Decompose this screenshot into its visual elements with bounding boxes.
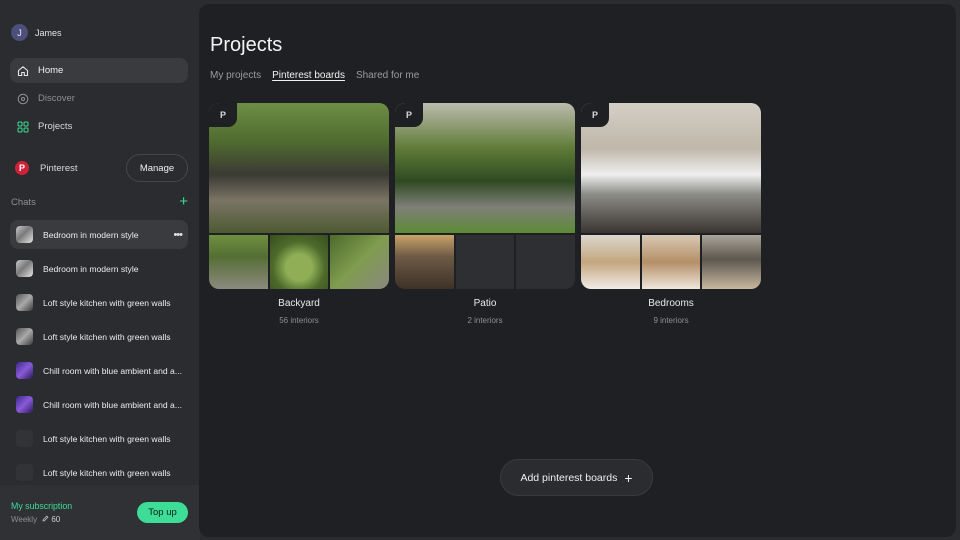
plus-icon: + (624, 469, 633, 486)
chat-item[interactable]: Loft style kitchen with green walls (10, 424, 188, 453)
chat-item[interactable]: Loft style kitchen with green walls (10, 458, 188, 487)
user-profile[interactable]: J James (11, 24, 62, 41)
chat-thumbnail (16, 226, 33, 243)
board-thumb-image (395, 235, 454, 289)
chat-thumbnail (16, 328, 33, 345)
board-name: Backyard (278, 298, 320, 309)
main-panel: Projects My projects Pinterest boards Sh… (199, 4, 956, 537)
add-pinterest-boards-button[interactable]: Add pinterest boards + (500, 459, 653, 496)
compass-icon (17, 93, 29, 105)
nav-item-discover[interactable]: Discover (10, 86, 188, 111)
board-thumb-image (330, 235, 389, 289)
credits-count: 60 (42, 515, 60, 524)
board-thumb-image (581, 235, 640, 289)
pencil-icon (42, 515, 49, 522)
pinterest-badge-icon: P (395, 103, 423, 127)
chat-title: Chill room with blue ambient and a... (43, 399, 183, 410)
chat-title: Bedroom in modern style (43, 229, 139, 240)
board-grid: P Backyard 56 interiors P Patio 2 interi… (209, 103, 761, 325)
board-count: 2 interiors (467, 316, 503, 325)
pinterest-connection: P Pinterest Manage (10, 154, 188, 182)
chat-thumbnail (16, 396, 33, 413)
subscription-title[interactable]: My subscription (11, 501, 72, 511)
tab-pinterest-boards[interactable]: Pinterest boards (272, 70, 345, 81)
app-window: J James Home Discover Projects P Pintere… (0, 0, 960, 540)
board-cover-image (581, 103, 761, 233)
chat-title: Chill room with blue ambient and a... (43, 365, 183, 376)
pinterest-label: Pinterest (40, 162, 78, 174)
board-card-backyard[interactable]: P Backyard 56 interiors (209, 103, 389, 325)
grid-icon (17, 121, 29, 133)
chat-thumbnail (16, 464, 33, 481)
main-nav: Home Discover Projects (10, 58, 188, 142)
board-count: 56 interiors (279, 316, 319, 325)
chat-item[interactable]: Loft style kitchen with green walls (10, 322, 188, 351)
board-thumb-image (269, 235, 329, 289)
tabs: My projects Pinterest boards Shared for … (210, 70, 419, 81)
add-button-label: Add pinterest boards (520, 471, 618, 484)
subscription-panel: My subscription Weekly 60 Top up (0, 485, 200, 540)
chat-thumbnail (16, 260, 33, 277)
board-thumb-image (641, 235, 701, 289)
board-name: Bedrooms (648, 298, 694, 309)
tab-my-projects[interactable]: My projects (210, 70, 261, 81)
avatar[interactable]: J (11, 24, 28, 41)
board-thumb-image (702, 235, 761, 289)
chat-item[interactable]: Chill room with blue ambient and a... (10, 356, 188, 385)
chats-label: Chats (11, 196, 36, 208)
nav-item-home[interactable]: Home (10, 58, 188, 83)
chats-header: Chats + (11, 194, 188, 209)
tab-shared-for-me[interactable]: Shared for me (356, 70, 419, 81)
manage-button[interactable]: Manage (126, 154, 188, 182)
chat-item[interactable]: Chill room with blue ambient and a... (10, 390, 188, 419)
credits-value: 60 (51, 515, 61, 524)
board-card-bedrooms[interactable]: P Bedrooms 9 interiors (581, 103, 761, 325)
chat-title: Loft style kitchen with green walls (43, 297, 171, 308)
board-card-patio[interactable]: P Patio 2 interiors (395, 103, 575, 325)
board-cover-image (209, 103, 389, 233)
chat-item[interactable]: Loft style kitchen with green walls (10, 288, 188, 317)
chat-thumbnail (16, 362, 33, 379)
home-icon (17, 65, 29, 77)
chat-title: Loft style kitchen with green walls (43, 331, 171, 342)
subscription-meta: Weekly 60 (11, 515, 60, 524)
board-collage[interactable]: P (395, 103, 575, 289)
board-count: 9 interiors (653, 316, 689, 325)
nav-label-projects: Projects (38, 121, 73, 132)
chat-list: Bedroom in modern style ••• Bedroom in m… (10, 220, 188, 492)
board-cover-image (395, 103, 575, 233)
board-thumb-placeholder (455, 235, 515, 289)
pinterest-badge-icon: P (209, 103, 237, 127)
subscription-plan: Weekly (11, 515, 38, 524)
top-up-button[interactable]: Top up (137, 502, 188, 523)
more-options-icon[interactable]: ••• (173, 229, 183, 241)
board-thumb-image (209, 235, 268, 289)
pinterest-icon: P (15, 161, 29, 175)
chat-item[interactable]: Bedroom in modern style (10, 254, 188, 283)
plus-icon[interactable]: + (179, 194, 188, 209)
chat-title: Bedroom in modern style (43, 263, 139, 274)
chat-thumbnail (16, 294, 33, 311)
pinterest-badge-icon: P (581, 103, 609, 127)
page-title: Projects (210, 34, 283, 56)
sidebar: J James Home Discover Projects P Pintere… (0, 0, 200, 540)
nav-label-home: Home (38, 65, 64, 76)
nav-label-discover: Discover (38, 93, 75, 104)
board-collage[interactable]: P (209, 103, 389, 289)
user-name: James (35, 27, 62, 38)
board-name: Patio (473, 298, 497, 309)
nav-item-projects[interactable]: Projects (10, 114, 188, 139)
chat-title: Loft style kitchen with green walls (43, 467, 171, 478)
chat-title: Loft style kitchen with green walls (43, 433, 171, 444)
chat-item[interactable]: Bedroom in modern style ••• (10, 220, 188, 249)
chat-thumbnail (16, 430, 33, 447)
board-collage[interactable]: P (581, 103, 761, 289)
board-thumb-placeholder (516, 235, 575, 289)
